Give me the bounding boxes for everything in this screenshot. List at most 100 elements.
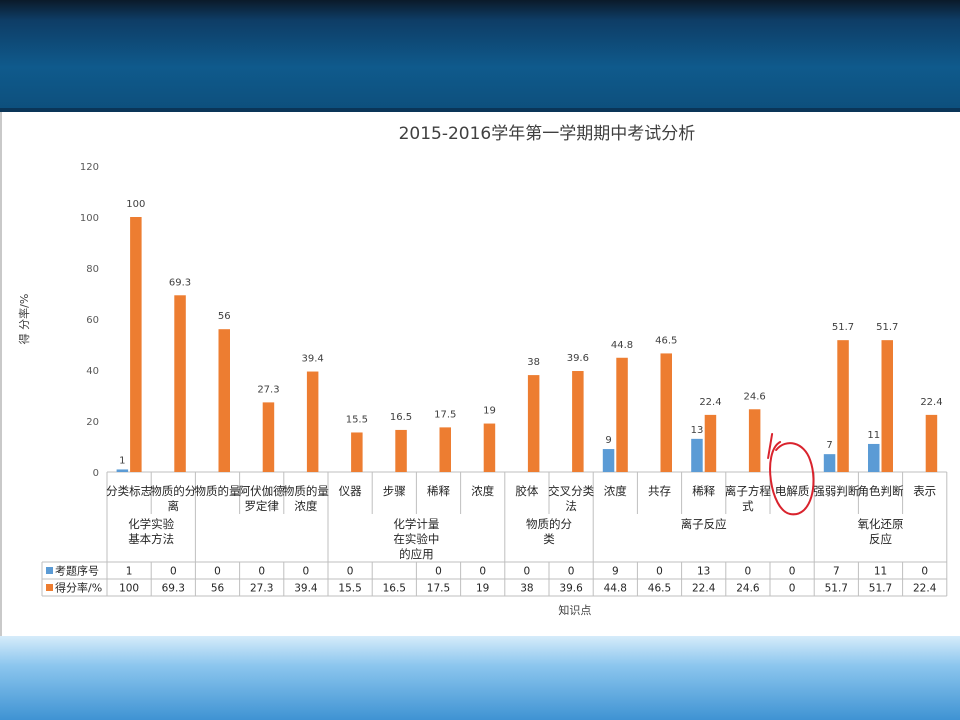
category-label: 共存 [648,484,671,498]
bar-series-1 [823,454,836,472]
table-cell: 38 [520,583,533,595]
table-cell: 1 [126,566,133,578]
y-axis-label: 得 分率/% [17,294,31,345]
data-label-series-2: 69.3 [169,277,191,288]
data-label-series-2: 51.7 [832,322,854,333]
category-label: 步骤 [383,484,406,498]
data-label-series-2: 16.5 [390,412,412,423]
table-cell: 0 [435,566,442,578]
table-cell: 0 [921,566,928,578]
table-cell: 39.4 [294,583,318,595]
category-label: 浓度 [294,499,317,513]
table-cell: 0 [789,583,796,595]
group-label: 反应 [869,532,892,546]
y-tick-label: 120 [80,162,99,173]
bar-series-2 [130,217,142,472]
legend-key [46,584,53,591]
table-cell: 0 [479,566,486,578]
y-tick-label: 40 [86,366,99,377]
chart-area: 2015-2016学年第一学期期中考试分析 0 20 40 60 80 100 120 得 分率… [0,112,960,636]
legend-key [46,567,53,574]
category-label: 仪器 [339,484,362,498]
table-cell: 0 [789,566,796,578]
data-label-series-2: 38 [527,357,540,368]
table-cell: 44.8 [604,583,627,595]
group-label: 类 [543,532,555,546]
y-tick-label: 20 [86,417,99,428]
bar-series-2 [306,371,319,472]
bar-series-2 [439,427,451,472]
table-cell: 51.7 [869,583,892,595]
category-label: 式 [742,499,754,513]
category-label: 稀释 [692,484,715,498]
table-cell: 100 [119,583,139,595]
table-cell: 7 [833,566,840,578]
table-cell: 19 [476,583,489,595]
data-label-series-2: 51.7 [876,322,898,333]
header-banner [0,0,960,112]
hand-drawn-annotation [767,433,815,516]
group-label: 氧化还原 [858,517,904,531]
category-label: 物质的量 [283,484,329,498]
data-label-series-2: 19 [483,406,496,417]
table-cell: 0 [170,566,177,578]
bar-series-2 [262,402,275,472]
data-label-series-2: 46.5 [655,335,677,346]
table-cell: 9 [612,566,619,578]
data-label-series-2: 44.8 [611,340,633,351]
bar-series-2 [704,414,717,472]
data-label-series-2: 22.4 [699,397,721,408]
y-tick-label: 0 [93,468,99,479]
group-label: 在实验中 [393,532,439,546]
table-cell: 11 [874,566,887,578]
bar-series-2 [218,329,230,472]
data-label-series-1: 13 [691,425,704,436]
bar-series-2 [174,295,186,472]
category-label: 稀释 [427,484,450,498]
table-cell: 0 [214,566,221,578]
category-label: 分类标志 [106,484,152,498]
category-label: 罗定律 [244,499,279,513]
bar-series-2 [351,432,363,472]
data-label-series-1: 1 [119,455,125,466]
table-cell: 22.4 [913,583,937,595]
group-label: 离子反应 [681,517,727,531]
category-label: 强弱判断 [813,484,859,498]
chart-title: 2015-2016学年第一学期期中考试分析 [399,124,696,144]
footer-banner [0,636,960,720]
category-label: 浓度 [471,484,494,498]
bar-series-1 [602,449,615,472]
table-cell: 16.5 [383,583,406,595]
data-label-series-2: 15.5 [346,414,368,425]
table-cell: 24.6 [736,583,760,595]
bar-series-2 [395,429,407,472]
legend-label: 考题序号 [55,564,99,578]
y-tick-label: 60 [86,315,99,326]
category-label: 角色判断 [858,484,904,498]
category-label: 物质的量 [195,484,241,498]
data-label-series-2: 24.6 [744,391,766,402]
table-cell: 0 [524,566,531,578]
category-label: 物质的分 [150,484,196,498]
table-cell: 0 [656,566,663,578]
data-label-series-2: 100 [126,199,145,210]
data-label-series-1: 7 [826,440,832,451]
bar-series-1 [868,443,880,472]
table-cell: 15.5 [338,583,361,595]
data-label-series-2: 22.4 [920,397,942,408]
data-label-series-1: 9 [605,435,611,446]
bar-series-1 [691,438,703,472]
table-cell: 0 [303,566,310,578]
bar-series-2 [527,375,540,472]
group-label: 化学计量 [393,517,439,531]
data-label-series-2: 39.6 [567,353,589,364]
category-label: 离 [168,499,180,513]
category-label: 胶体 [515,484,538,498]
table-cell: 39.6 [559,583,583,595]
group-label: 基本方法 [128,532,174,546]
bar-series-2 [837,340,849,472]
table-cell: 51.7 [825,583,848,595]
x-axis-label: 知识点 [558,603,591,617]
category-label: 浓度 [604,484,627,498]
table-cell: 46.5 [648,583,671,595]
